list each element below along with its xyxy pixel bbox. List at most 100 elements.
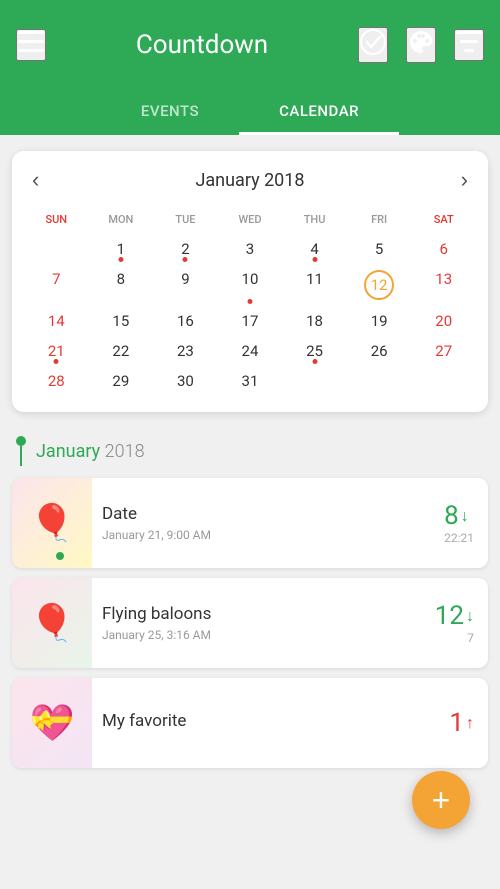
add-event-fab[interactable]: + [412, 771, 470, 829]
tabs-bar: EVENTS CALENDAR [0, 90, 500, 135]
header: Countdown [0, 0, 500, 90]
events-month-header: January 2018 [12, 436, 488, 466]
month-vline [20, 446, 22, 466]
cal-day-header: SUN [24, 209, 89, 234]
calendar-cell[interactable]: 16 [153, 306, 218, 336]
calendar-cell[interactable]: 25 [282, 336, 347, 366]
day-number: 1 [117, 240, 125, 258]
day-number: 17 [242, 312, 259, 330]
day-number: 7 [52, 270, 60, 288]
day-number: 23 [177, 342, 194, 360]
day-number: 8 [117, 270, 125, 288]
calendar-cell[interactable]: 4 [282, 234, 347, 264]
event-thumbnail: 💝 [12, 678, 92, 768]
event-list: 🎈 Date January 21, 9:00 AM 8↓ 22:21 🎈 Fl… [12, 478, 488, 768]
calendar-cell[interactable]: 21 [24, 336, 89, 366]
event-item[interactable]: 💝 My favorite 1↑ [12, 678, 488, 768]
calendar-prev-button[interactable]: ‹ [24, 167, 47, 193]
calendar-cell[interactable]: 9 [153, 264, 218, 306]
calendar-week: 1 2 3 4 5 6 [24, 234, 476, 264]
sort-icon[interactable] [454, 29, 484, 61]
day-number: 6 [439, 240, 447, 258]
event-item[interactable]: 🎈 Flying baloons January 25, 3:16 AM 12↓… [12, 578, 488, 668]
month-dot [16, 436, 26, 446]
event-title: Date [102, 504, 420, 524]
calendar-cell[interactable]: 20 [411, 306, 476, 336]
calendar-cell[interactable]: 12 [347, 264, 412, 306]
event-count-number: 1↑ [449, 708, 474, 738]
calendar-cell[interactable]: 26 [347, 336, 412, 366]
day-number: 4 [310, 240, 318, 258]
month-year: 2018 [105, 441, 145, 462]
check-icon[interactable] [358, 27, 388, 63]
event-date: January 25, 3:16 AM [102, 628, 411, 642]
calendar-cell[interactable]: 28 [24, 366, 89, 396]
day-number: 18 [306, 312, 323, 330]
calendar-cell[interactable]: 6 [411, 234, 476, 264]
calendar-cell[interactable]: 31 [218, 366, 283, 396]
calendar-cell[interactable]: 7 [24, 264, 89, 306]
day-number: 27 [435, 342, 452, 360]
calendar-week: 28 29 30 31 [24, 366, 476, 396]
calendar-cell [411, 366, 476, 396]
calendar-cell[interactable]: 17 [218, 306, 283, 336]
month-label: January 2018 [36, 441, 145, 462]
calendar-cell[interactable]: 23 [153, 336, 218, 366]
calendar-next-button[interactable]: › [453, 167, 476, 193]
day-number: 25 [306, 342, 323, 360]
calendar-cell[interactable]: 29 [89, 366, 154, 396]
tab-calendar[interactable]: CALENDAR [239, 90, 399, 135]
calendar-week: 21 22 23 24 25 26 27 [24, 336, 476, 366]
calendar-cell[interactable]: 30 [153, 366, 218, 396]
events-section: January 2018 🎈 Date January 21, 9:00 AM … [0, 428, 500, 768]
calendar-cell[interactable]: 22 [89, 336, 154, 366]
tab-events[interactable]: EVENTS [101, 90, 239, 135]
calendar-cell[interactable]: 27 [411, 336, 476, 366]
calendar-cell[interactable]: 2 [153, 234, 218, 264]
calendar-cell[interactable]: 3 [218, 234, 283, 264]
cal-day-header: TUE [153, 209, 218, 234]
event-indicator-dot [56, 552, 64, 560]
calendar-cell[interactable]: 11 [282, 264, 347, 306]
day-number: 11 [306, 270, 323, 288]
event-dot [312, 257, 317, 262]
event-count-sub: 7 [435, 631, 474, 645]
day-number: 15 [112, 312, 129, 330]
event-item[interactable]: 🎈 Date January 21, 9:00 AM 8↓ 22:21 [12, 478, 488, 568]
event-content: My favorite [92, 701, 435, 745]
calendar-cell[interactable]: 10 [218, 264, 283, 306]
cal-day-header: THU [282, 209, 347, 234]
day-number: 29 [112, 372, 129, 390]
calendar-weeks: 1234567891011121314151617181920212223242… [24, 234, 476, 396]
day-number: 30 [177, 372, 194, 390]
day-number: 22 [112, 342, 129, 360]
calendar-card: ‹ January 2018 › SUNMONTUEWEDTHUFRISAT 1… [12, 151, 488, 412]
calendar-cell[interactable]: 13 [411, 264, 476, 306]
day-number: 14 [48, 312, 65, 330]
calendar-cell[interactable]: 24 [218, 336, 283, 366]
cal-day-header: WED [218, 209, 283, 234]
day-number: 20 [435, 312, 452, 330]
calendar-cell[interactable]: 5 [347, 234, 412, 264]
month-line [16, 436, 26, 466]
calendar-cell[interactable]: 1 [89, 234, 154, 264]
day-number: 26 [371, 342, 388, 360]
calendar-cell[interactable]: 8 [89, 264, 154, 306]
day-number: 12 [364, 270, 394, 300]
cal-day-header: FRI [347, 209, 412, 234]
day-number: 3 [246, 240, 254, 258]
calendar-cell[interactable]: 15 [89, 306, 154, 336]
app-title: Countdown [136, 30, 268, 60]
event-thumbnail: 🎈 [12, 578, 92, 668]
header-actions [358, 27, 484, 63]
day-number: 10 [242, 270, 259, 288]
calendar-cell[interactable]: 19 [347, 306, 412, 336]
event-dot [312, 359, 317, 364]
month-name: January [36, 441, 100, 462]
calendar-cell[interactable]: 14 [24, 306, 89, 336]
menu-icon[interactable] [16, 29, 46, 61]
event-dot [54, 359, 59, 364]
day-number: 24 [242, 342, 259, 360]
palette-icon[interactable] [406, 27, 436, 63]
calendar-cell[interactable]: 18 [282, 306, 347, 336]
